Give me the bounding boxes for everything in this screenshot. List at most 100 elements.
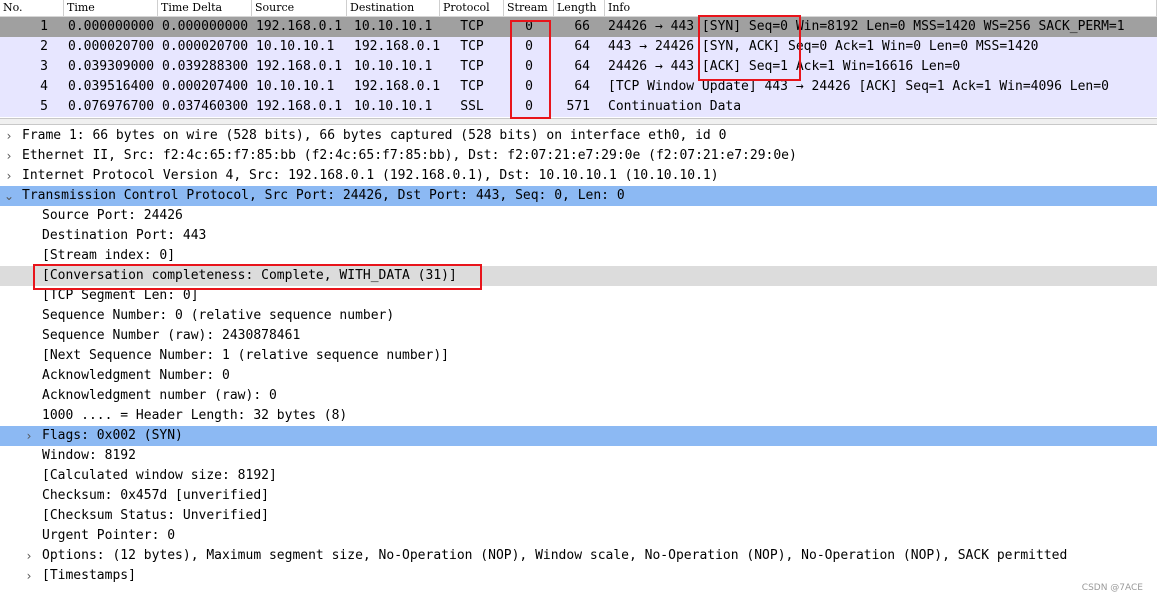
cell-no: 2 [40,39,48,54]
cell-src: 10.10.10.1 [256,39,335,54]
pane-splitter[interactable] [0,118,1157,125]
tree-item[interactable]: [Checksum Status: Unverified] [0,506,1157,526]
tree-item-label: [TCP Segment Len: 0] [42,288,199,303]
chevron-right-icon[interactable]: › [22,546,36,566]
column-header-time-delta[interactable]: Time Delta [158,0,252,16]
packet-row[interactable]: 1 0.000000000 0.000000000 192.168.0.1 10.10.… [0,17,1157,37]
tree-item[interactable]: ⌄ Transmission Control Protocol, Src Port… [0,186,1157,206]
cell-no: 1 [40,19,48,34]
cell-dst: 10.10.10.1 [354,99,433,114]
tree-item-label: Source Port: 24426 [42,208,183,223]
cell-info: 443 → 24426 [SYN, ACK] Seq=0 Ack=1 Win=0… [608,39,1039,54]
cell-no: 3 [40,59,48,74]
cell-src: 192.168.0.1 [256,99,343,114]
cell-time: 0.000000000 [68,19,155,34]
tree-item[interactable]: [Conversation completeness: Complete, WI… [0,266,1157,286]
tree-item-label: [Stream index: 0] [42,248,176,263]
column-header-info[interactable]: Info [605,0,1157,16]
tree-item[interactable]: Acknowledgment number (raw): 0 [0,386,1157,406]
tree-item[interactable]: [Stream index: 0] [0,246,1157,266]
tree-item[interactable]: › Frame 1: 66 bytes on wire (528 bits), 6… [0,126,1157,146]
cell-stream: 0 [525,39,533,54]
tree-item-label: Options: (12 bytes), Maximum segment siz… [42,548,1068,563]
packet-list[interactable]: No. Time Time Delta Source Destination Protoc… [0,0,1157,118]
tree-item-label: [Next Sequence Number: 1 (relative seque… [42,348,449,363]
chevron-right-icon[interactable]: › [2,126,16,146]
tree-item-label: Window: 8192 [42,448,136,463]
tree-item-label: [Conversation completeness: Complete, WI… [42,268,457,283]
chevron-right-icon[interactable]: › [22,426,36,446]
column-header-length[interactable]: Length [554,0,605,16]
cell-stream: 0 [525,59,533,74]
packet-row[interactable]: 2 0.000020700 0.000020700 10.10.10.1 192.168… [0,37,1157,57]
cell-dst: 192.168.0.1 [354,79,441,94]
tree-item-label: [Calculated window size: 8192] [42,468,277,483]
tree-item-label: Acknowledgment number (raw): 0 [42,388,277,403]
tree-item[interactable]: Sequence Number (raw): 2430878461 [0,326,1157,346]
tree-item[interactable]: Destination Port: 443 [0,226,1157,246]
tree-item[interactable]: [Calculated window size: 8192] [0,466,1157,486]
cell-info: 24426 → 443 [SYN] Seq=0 Win=8192 Len=0 M… [608,19,1125,34]
column-header-destination[interactable]: Destination [347,0,440,16]
cell-info: [TCP Window Update] 443 → 24426 [ACK] Se… [608,79,1109,94]
tree-item-label: Sequence Number (raw): 2430878461 [42,328,301,343]
cell-proto: TCP [460,79,484,94]
cell-len: 64 [574,79,590,94]
tree-item[interactable]: › Flags: 0x002 (SYN) [0,426,1157,446]
cell-delta: 0.037460300 [162,99,249,114]
tree-item[interactable]: Urgent Pointer: 0 [0,526,1157,546]
chevron-right-icon[interactable]: › [22,566,36,586]
column-header-stream[interactable]: Stream [504,0,554,16]
tree-item[interactable]: Acknowledgment Number: 0 [0,366,1157,386]
tree-item-label: Sequence Number: 0 (relative sequence nu… [42,308,395,323]
packet-details-tree[interactable]: › Frame 1: 66 bytes on wire (528 bits), 6… [0,126,1157,601]
cell-stream: 0 [525,99,533,114]
packet-list-header: No. Time Time Delta Source Destination Protoc… [0,0,1157,17]
column-header-time[interactable]: Time [64,0,158,16]
cell-no: 5 [40,99,48,114]
cell-delta: 0.039288300 [162,59,249,74]
cell-delta: 0.000207400 [162,79,249,94]
tree-item-label: Internet Protocol Version 4, Src: 192.16… [22,168,719,183]
tree-item[interactable]: [TCP Segment Len: 0] [0,286,1157,306]
tree-item[interactable]: › Internet Protocol Version 4, Src: 192.1… [0,166,1157,186]
tree-item[interactable]: Window: 8192 [0,446,1157,466]
tree-item[interactable]: 1000 .... = Header Length: 32 bytes (8) [0,406,1157,426]
tree-item-label: Checksum: 0x457d [unverified] [42,488,269,503]
column-header-source[interactable]: Source [252,0,347,16]
cell-stream: 0 [525,79,533,94]
cell-proto: TCP [460,59,484,74]
cell-no: 4 [40,79,48,94]
column-header-protocol[interactable]: Protocol [440,0,504,16]
column-header-no[interactable]: No. [0,0,64,16]
cell-len: 64 [574,59,590,74]
tree-item[interactable]: [Next Sequence Number: 1 (relative seque… [0,346,1157,366]
tree-item-label: Ethernet II, Src: f2:4c:65:f7:85:bb (f2:… [22,148,797,163]
tree-item-label: Flags: 0x002 (SYN) [42,428,183,443]
cell-len: 571 [566,99,590,114]
tree-item-label: Acknowledgment Number: 0 [42,368,230,383]
tree-item-label: [Timestamps] [42,568,136,583]
chevron-right-icon[interactable]: › [2,146,16,166]
cell-dst: 192.168.0.1 [354,39,441,54]
tree-item[interactable]: › Ethernet II, Src: f2:4c:65:f7:85:bb (f2… [0,146,1157,166]
cell-stream: 0 [525,19,533,34]
cell-time: 0.000020700 [68,39,155,54]
tree-item[interactable]: Source Port: 24426 [0,206,1157,226]
tree-item[interactable]: Checksum: 0x457d [unverified] [0,486,1157,506]
chevron-down-icon[interactable]: ⌄ [2,186,16,206]
cell-len: 64 [574,39,590,54]
cell-dst: 10.10.10.1 [354,59,433,74]
tree-item-label: Frame 1: 66 bytes on wire (528 bits), 66… [22,128,727,143]
tree-item[interactable]: Sequence Number: 0 (relative sequence nu… [0,306,1157,326]
chevron-right-icon[interactable]: › [2,166,16,186]
cell-len: 66 [574,19,590,34]
packet-row[interactable]: 4 0.039516400 0.000207400 10.10.10.1 192.168… [0,77,1157,97]
tree-item-label: Transmission Control Protocol, Src Port:… [22,188,625,203]
packet-row[interactable]: 3 0.039309000 0.039288300 192.168.0.1 10.10.… [0,57,1157,77]
packet-row[interactable]: 5 0.076976700 0.037460300 192.168.0.1 10.10.… [0,97,1157,117]
cell-src: 10.10.10.1 [256,79,335,94]
tree-item[interactable]: › Options: (12 bytes), Maximum segment si… [0,546,1157,566]
cell-proto: SSL [460,99,484,114]
tree-item[interactable]: › [Timestamps] [0,566,1157,586]
